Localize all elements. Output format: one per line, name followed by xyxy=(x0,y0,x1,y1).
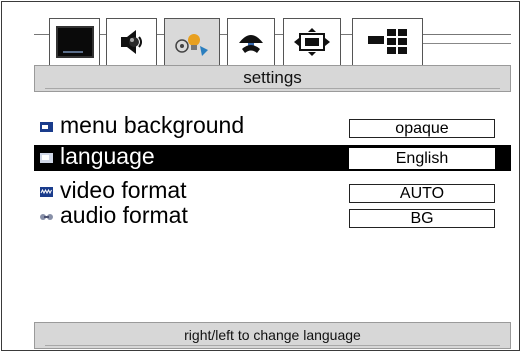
settings-lightbulb-icon xyxy=(175,33,208,56)
tab-format[interactable] xyxy=(283,18,341,65)
tab-channels[interactable] xyxy=(227,18,275,65)
help-hint-bar: right/left to change language xyxy=(34,322,511,349)
menu-title-bar: settings xyxy=(34,65,511,92)
menu-title: settings xyxy=(243,68,302,87)
speaker-icon xyxy=(120,30,142,54)
tab-sound[interactable] xyxy=(106,18,157,65)
tab-divider-line-right xyxy=(423,43,511,44)
setting-value-box[interactable]: AUTO xyxy=(349,184,495,203)
setting-value: English xyxy=(395,150,449,167)
setting-value-box[interactable]: BG xyxy=(349,209,495,228)
menu-background-icon xyxy=(40,122,53,132)
setting-label: video format xyxy=(60,177,187,203)
tab-picture[interactable] xyxy=(49,18,100,65)
help-hint-text: right/left to change language xyxy=(184,327,361,343)
language-icon xyxy=(40,153,53,163)
picture-format-icon xyxy=(294,28,330,56)
broadcast-antenna-icon xyxy=(239,35,263,53)
setting-label: language xyxy=(60,143,155,169)
video-format-icon xyxy=(40,187,53,197)
setting-value: opaque xyxy=(395,120,449,137)
multi-window-icon xyxy=(367,29,407,54)
tv-screen-icon xyxy=(55,26,94,58)
setting-label: audio format xyxy=(60,202,188,228)
setting-row-language[interactable]: language English xyxy=(34,143,511,171)
setting-row-menu-background[interactable]: menu background opaque xyxy=(34,112,511,140)
tab-multiwindow[interactable] xyxy=(352,18,423,65)
tab-settings[interactable] xyxy=(164,18,220,66)
setting-value-box[interactable]: opaque xyxy=(349,119,495,138)
setting-label: menu background xyxy=(60,112,245,138)
setting-value: BG xyxy=(410,210,434,227)
audio-format-icon xyxy=(40,214,53,220)
setting-value: AUTO xyxy=(399,185,445,202)
setting-row-audio-format[interactable]: audio format BG xyxy=(34,202,511,230)
setting-value-box[interactable]: English xyxy=(349,148,495,169)
